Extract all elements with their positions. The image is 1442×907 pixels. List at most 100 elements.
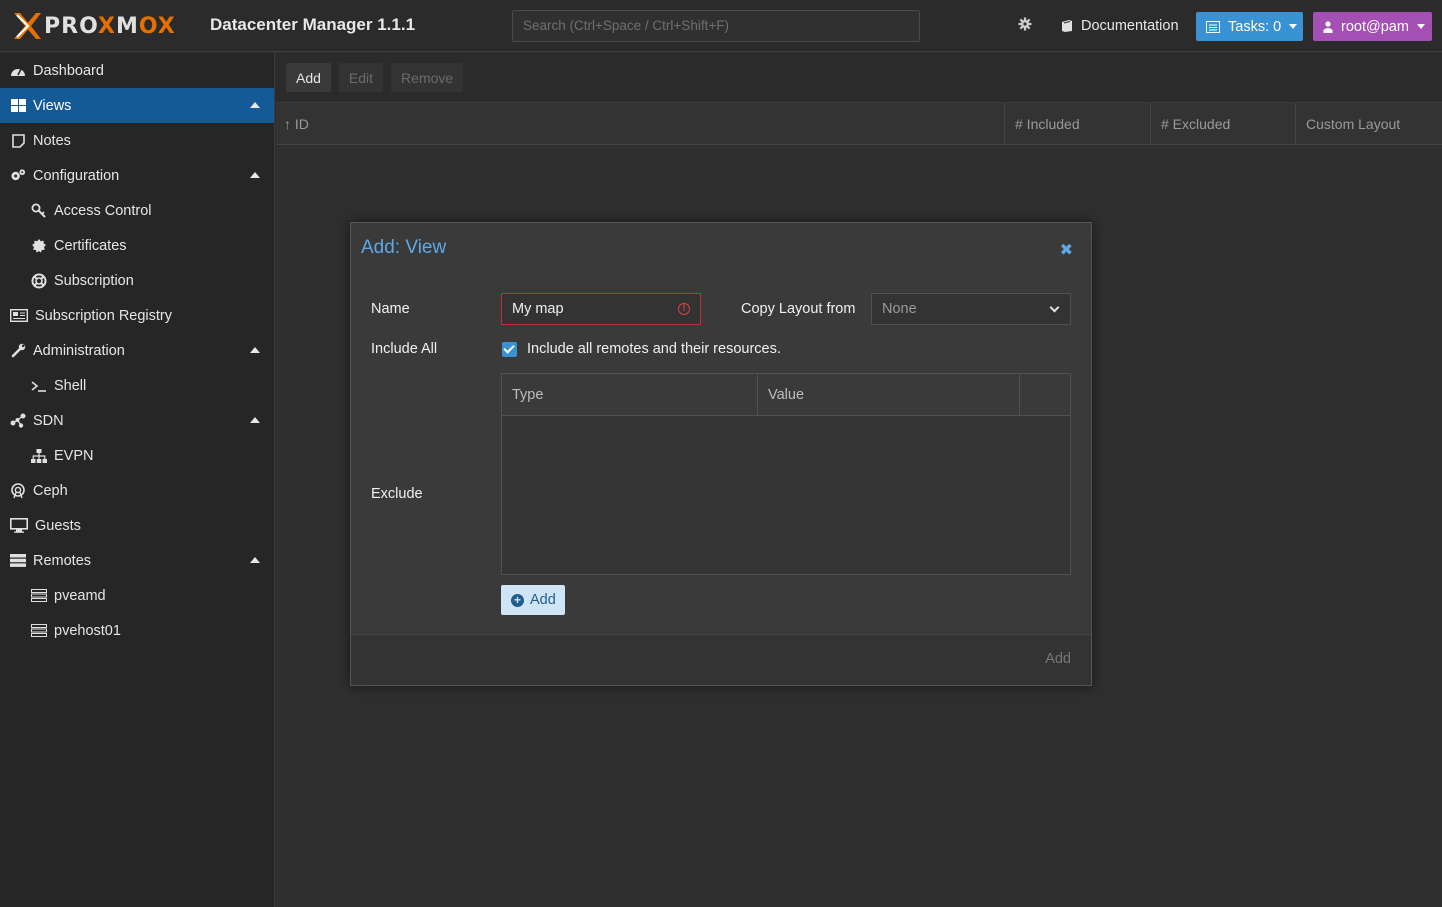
copy-layout-select[interactable]: None [871, 293, 1071, 325]
sidebar-item-label: Configuration [33, 167, 120, 184]
error-icon: ! [678, 303, 690, 315]
chevron-down-icon [1416, 24, 1425, 29]
documentation-button[interactable]: Documentation [1060, 14, 1179, 38]
sidebar-item-label: SDN [33, 412, 64, 429]
sidebar-item-label: Certificates [54, 237, 127, 254]
user-menu-button[interactable]: root@pam [1313, 12, 1432, 41]
edit-button[interactable]: Edit [338, 63, 384, 92]
dashboard-icon [10, 63, 26, 79]
exclude-grid-header: Type Value [502, 374, 1070, 416]
collapse-arrow-icon[interactable] [250, 557, 260, 563]
notes-icon [10, 133, 26, 149]
collapse-arrow-icon[interactable] [250, 417, 260, 423]
chevron-down-icon [1049, 302, 1060, 313]
sidebar-item-shell[interactable]: Shell [0, 368, 274, 403]
sidebar-item-access-control[interactable]: Access Control [0, 193, 274, 228]
sitemap-icon [31, 448, 47, 464]
sidebar-item-evpn[interactable]: EVPN [0, 438, 274, 473]
tasks-list-icon [1206, 20, 1220, 33]
remove-button[interactable]: Remove [391, 63, 464, 92]
brand-name: PROXMOX [44, 13, 176, 39]
registry-icon [10, 308, 28, 324]
sidebar: Dashboard Views Notes Configuration Acce… [0, 53, 275, 907]
sidebar-item-label: pveamd [54, 587, 106, 604]
tasks-button[interactable]: Tasks: 0 [1196, 12, 1303, 41]
exclude-grid: Type Value [501, 373, 1071, 575]
column-header-included[interactable]: # Included [1004, 103, 1150, 145]
copy-layout-value: None [882, 301, 917, 317]
add-exclude-button[interactable]: + Add [501, 585, 565, 615]
close-icon[interactable]: ✖ [1060, 240, 1073, 260]
column-header-custom-layout[interactable]: Custom Layout [1295, 103, 1442, 145]
top-bar: PROXMOX Datacenter Manager 1.1.1 Search … [0, 0, 1442, 52]
column-header-excluded[interactable]: # Excluded [1150, 103, 1295, 145]
copy-layout-label: Copy Layout from [741, 301, 856, 317]
sidebar-item-pveamd[interactable]: pveamd [0, 578, 274, 613]
sidebar-item-label: Shell [54, 377, 87, 394]
include-all-text: Include all remotes and their resources. [527, 341, 781, 357]
name-field[interactable]: My map ! [501, 293, 701, 325]
server-icon [31, 623, 47, 639]
product-title: Datacenter Manager 1.1.1 [210, 15, 416, 34]
sidebar-item-notes[interactable]: Notes [0, 123, 274, 158]
include-all-checkbox[interactable] [502, 342, 517, 357]
add-exclude-label: Add [530, 592, 556, 608]
sidebar-item-subscription-registry[interactable]: Subscription Registry [0, 298, 274, 333]
sidebar-item-guests[interactable]: Guests [0, 508, 274, 543]
sidebar-item-label: Dashboard [33, 62, 104, 79]
search-input[interactable]: Search (Ctrl+Space / Ctrl+Shift+F) [512, 10, 920, 42]
sort-arrow-icon: ↑ [284, 116, 291, 132]
server-icon [10, 553, 26, 569]
sidebar-item-configuration[interactable]: Configuration [0, 158, 274, 193]
sidebar-item-subscription[interactable]: Subscription [0, 263, 274, 298]
dialog-footer: Add [351, 634, 1091, 685]
sidebar-item-sdn[interactable]: SDN [0, 403, 274, 438]
configuration-icon [10, 168, 26, 184]
sidebar-item-dashboard[interactable]: Dashboard [0, 53, 274, 88]
sidebar-item-ceph[interactable]: Ceph [0, 473, 274, 508]
chevron-down-icon [1289, 24, 1298, 29]
sidebar-item-label: Subscription [54, 272, 134, 289]
sidebar-item-label: Guests [35, 517, 81, 534]
exclude-label: Exclude [371, 486, 423, 502]
submit-add-button[interactable]: Add [1045, 651, 1071, 667]
wrench-icon [10, 343, 26, 359]
name-label: Name [371, 301, 410, 317]
sidebar-item-label: Notes [33, 132, 71, 149]
column-header-type[interactable]: Type [502, 374, 758, 416]
ceph-icon [10, 482, 26, 499]
collapse-arrow-icon[interactable] [250, 172, 260, 178]
sidebar-item-administration[interactable]: Administration [0, 333, 274, 368]
proxmox-logo[interactable]: PROXMOX [12, 11, 176, 41]
sidebar-item-views[interactable]: Views [0, 88, 274, 123]
collapse-arrow-icon[interactable] [250, 102, 260, 108]
proxmox-x-icon [14, 13, 41, 39]
user-label: root@pam [1341, 18, 1409, 35]
views-toolbar: Add Edit Remove [276, 53, 1442, 103]
column-header-value[interactable]: Value [758, 374, 1020, 416]
gear-icon[interactable] [1016, 17, 1034, 35]
column-label: ID [294, 116, 309, 132]
sidebar-item-label: Subscription Registry [35, 307, 172, 324]
user-icon [1323, 20, 1333, 33]
add-view-dialog: Add: View ✖ Name My map ! Copy Layout fr… [350, 222, 1092, 686]
collapse-arrow-icon[interactable] [250, 347, 260, 353]
column-header-id[interactable]: ↑ ID [276, 103, 1004, 145]
documentation-label: Documentation [1081, 18, 1179, 34]
views-icon [10, 98, 26, 114]
sidebar-item-certificates[interactable]: Certificates [0, 228, 274, 263]
add-button[interactable]: Add [286, 63, 331, 92]
sidebar-item-remotes[interactable]: Remotes [0, 543, 274, 578]
include-all-label: Include All [371, 341, 438, 357]
views-grid-header: ↑ ID # Included # Excluded Custom Layout [276, 103, 1442, 145]
sidebar-item-pvehost01[interactable]: pvehost01 [0, 613, 274, 648]
plus-circle-icon: + [511, 593, 524, 607]
desktop-icon [10, 518, 28, 534]
terminal-icon [31, 378, 47, 394]
key-icon [31, 203, 47, 219]
certificate-icon [31, 238, 47, 254]
book-icon [1062, 20, 1072, 32]
dialog-title: Add: View [361, 237, 447, 258]
name-field-value: My map [512, 301, 564, 317]
sidebar-item-label: Views [33, 97, 72, 114]
